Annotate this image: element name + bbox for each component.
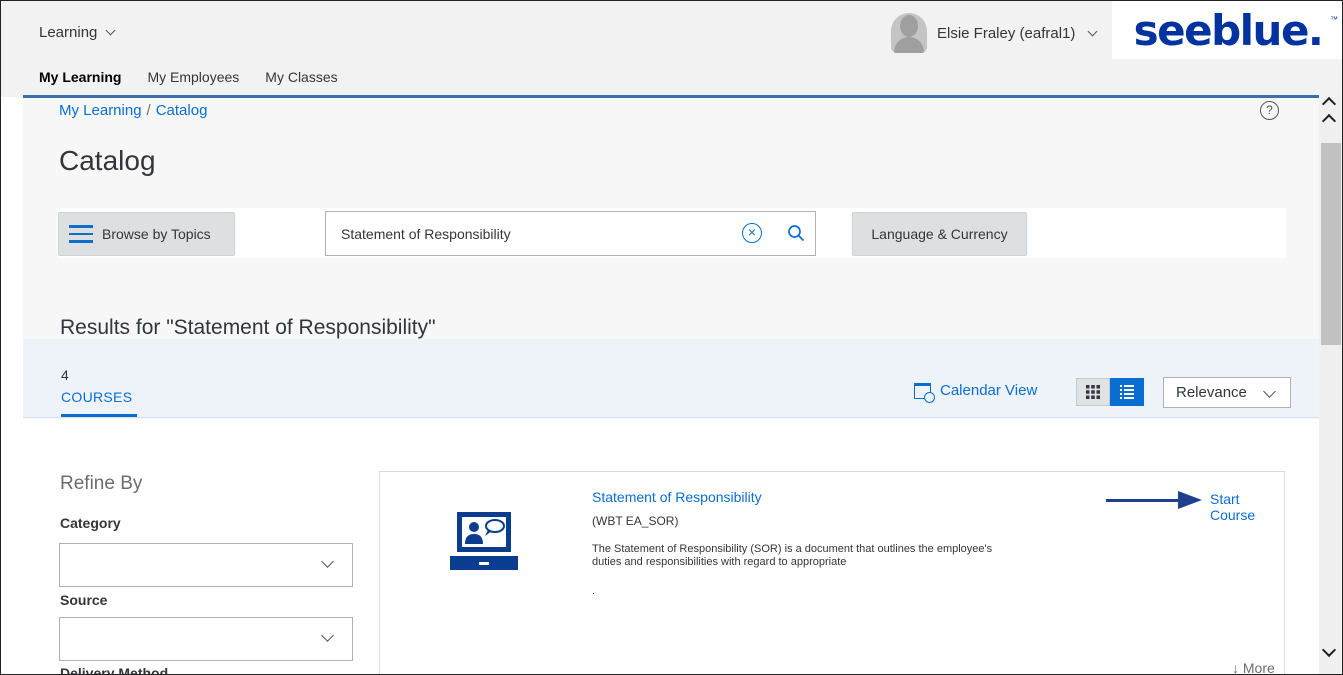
course-description-trailing: . xyxy=(592,585,596,597)
course-description: The Statement of Responsibility (SOR) is… xyxy=(592,543,993,568)
scrollbar[interactable] xyxy=(1319,95,1342,674)
breadcrumb: My Learning / Catalog xyxy=(59,102,207,119)
help-icon[interactable]: ? xyxy=(1260,101,1279,120)
browse-label: Browse by Topics xyxy=(102,226,211,242)
scroll-down-icon[interactable] xyxy=(1321,642,1337,658)
logo-trademark: ™ xyxy=(1330,15,1338,24)
scroll-top-icon[interactable] xyxy=(1321,96,1337,112)
grid-icon xyxy=(1086,385,1100,399)
nav-tabs: My Learning My Employees My Classes xyxy=(39,69,338,85)
laptop-chat-icon xyxy=(450,512,518,570)
results-bar: 4 COURSES Calendar View Relevance xyxy=(23,339,1319,418)
shell-bar: Learning Elsie Fraley (eafral1) seeblue.… xyxy=(1,1,1342,97)
browse-by-topics-button[interactable]: Browse by Topics xyxy=(58,212,235,256)
tab-my-employees[interactable]: My Employees xyxy=(147,69,239,85)
source-label: Source xyxy=(60,592,108,608)
sort-value: Relevance xyxy=(1176,384,1247,401)
language-label: Language & Currency xyxy=(871,226,1008,242)
search-icon[interactable] xyxy=(787,224,805,242)
tab-my-learning[interactable]: My Learning xyxy=(39,69,121,85)
category-select[interactable] xyxy=(59,543,353,587)
avatar xyxy=(891,13,927,53)
calendar-view-button[interactable]: Calendar View xyxy=(914,382,1038,403)
brand-logo: seeblue. ™ xyxy=(1112,1,1342,59)
app-menu[interactable]: Learning xyxy=(39,24,116,41)
breadcrumb-separator: / xyxy=(146,102,151,119)
user-name: Elsie Fraley (eafral1) xyxy=(937,24,1076,42)
tab-courses[interactable]: COURSES xyxy=(61,389,132,405)
view-toggle xyxy=(1076,378,1144,406)
tab-my-classes[interactable]: My Classes xyxy=(265,69,337,85)
scroll-thumb[interactable] xyxy=(1321,143,1341,345)
app-window: Learning Elsie Fraley (eafral1) seeblue.… xyxy=(0,0,1343,675)
catalog-content: My Learning / Catalog ? Catalog Browse by … xyxy=(23,98,1319,675)
source-select[interactable] xyxy=(59,617,353,661)
sort-select[interactable]: Relevance xyxy=(1163,377,1291,408)
arrow-right-icon xyxy=(1106,491,1202,509)
clear-icon[interactable]: × xyxy=(742,223,762,243)
grid-view-button[interactable] xyxy=(1076,378,1110,406)
scroll-up-icon[interactable] xyxy=(1321,113,1337,129)
list-view-button[interactable] xyxy=(1110,378,1144,406)
calendar-icon xyxy=(914,382,935,403)
language-currency-button[interactable]: Language & Currency xyxy=(852,212,1027,256)
menu-icon xyxy=(69,225,93,243)
page-title: Catalog xyxy=(59,145,156,176)
catalog-toolbar: Browse by Topics Statement of Responsibi… xyxy=(57,208,1286,258)
chevron-down-icon xyxy=(1087,26,1098,36)
chevron-down-icon xyxy=(1263,385,1276,398)
refine-title: Refine By xyxy=(60,473,143,494)
breadcrumb-catalog[interactable]: Catalog xyxy=(156,102,208,119)
course-card: Statement of Responsibility (WBT EA_SOR)… xyxy=(379,471,1285,674)
category-label: Category xyxy=(60,515,121,531)
list-icon xyxy=(1120,385,1134,399)
course-code: (WBT EA_SOR) xyxy=(592,514,679,528)
logo-text: seeblue. xyxy=(1133,5,1324,55)
chevron-down-icon xyxy=(321,555,334,568)
user-menu[interactable]: Elsie Fraley (eafral1) xyxy=(891,13,1098,53)
active-tab-indicator xyxy=(61,414,137,417)
start-course-link[interactable]: Start Course xyxy=(1210,491,1284,523)
search-value: Statement of Responsibility xyxy=(341,225,511,242)
results-title: Results for "Statement of Responsibility… xyxy=(60,316,436,339)
results-main: Refine By Category Source Delivery Metho… xyxy=(23,419,1319,675)
app-menu-label: Learning xyxy=(39,24,98,41)
results-count: 4 xyxy=(61,367,69,383)
delivery-method-label: Delivery Method xyxy=(60,665,169,675)
search-input[interactable]: Statement of Responsibility × xyxy=(325,211,816,256)
chevron-down-icon xyxy=(321,629,334,642)
course-title-link[interactable]: Statement of Responsibility xyxy=(592,489,762,505)
more-link[interactable]: ↓ More xyxy=(1232,660,1275,674)
chevron-down-icon xyxy=(105,25,116,36)
breadcrumb-my-learning[interactable]: My Learning xyxy=(59,102,142,119)
calendar-label: Calendar View xyxy=(940,382,1038,399)
